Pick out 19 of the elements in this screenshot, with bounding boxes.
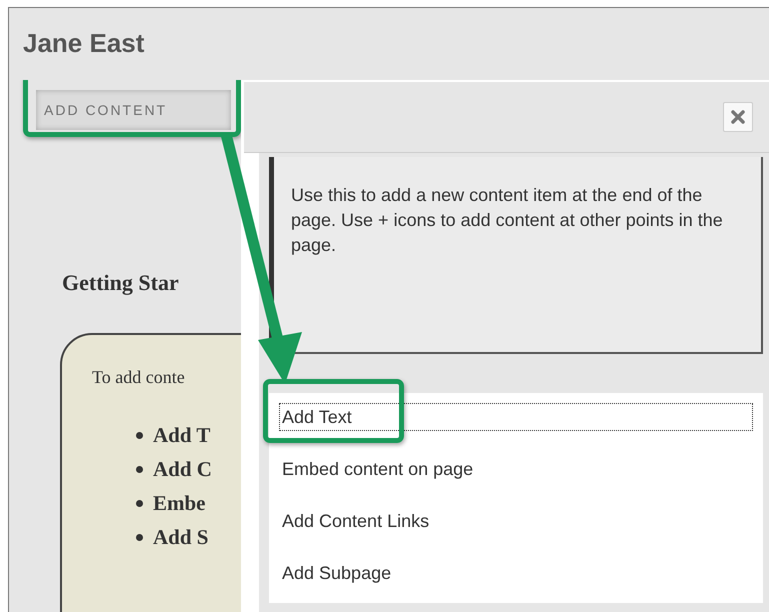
- menu-option[interactable]: Add Text: [279, 403, 753, 431]
- list-item: Add S: [153, 524, 208, 550]
- bullet-icon: [136, 500, 143, 506]
- list-item: Embe: [153, 490, 206, 516]
- info-text: Use this to add a new content item at the end of the page. Use + icons to add content at other points in the page.: [269, 157, 763, 354]
- page-title: Jane East: [22, 27, 146, 58]
- section-heading: Getting Star: [62, 270, 180, 296]
- add-content-button[interactable]: ADD CONTENT: [36, 90, 231, 130]
- bullet-icon: [136, 534, 143, 540]
- list-item: Add T: [153, 422, 210, 448]
- intro-text: To add conte: [92, 367, 186, 388]
- close-button[interactable]: [723, 102, 753, 132]
- bullet-icon: [136, 466, 143, 472]
- list-item: Add C: [153, 456, 212, 482]
- menu-option[interactable]: Embed content on page: [279, 455, 753, 483]
- menu-option[interactable]: Add Subpage: [279, 559, 753, 587]
- bullet-icon: [136, 432, 143, 438]
- menu-option[interactable]: Add Content Links: [279, 507, 753, 535]
- close-icon: [731, 110, 745, 124]
